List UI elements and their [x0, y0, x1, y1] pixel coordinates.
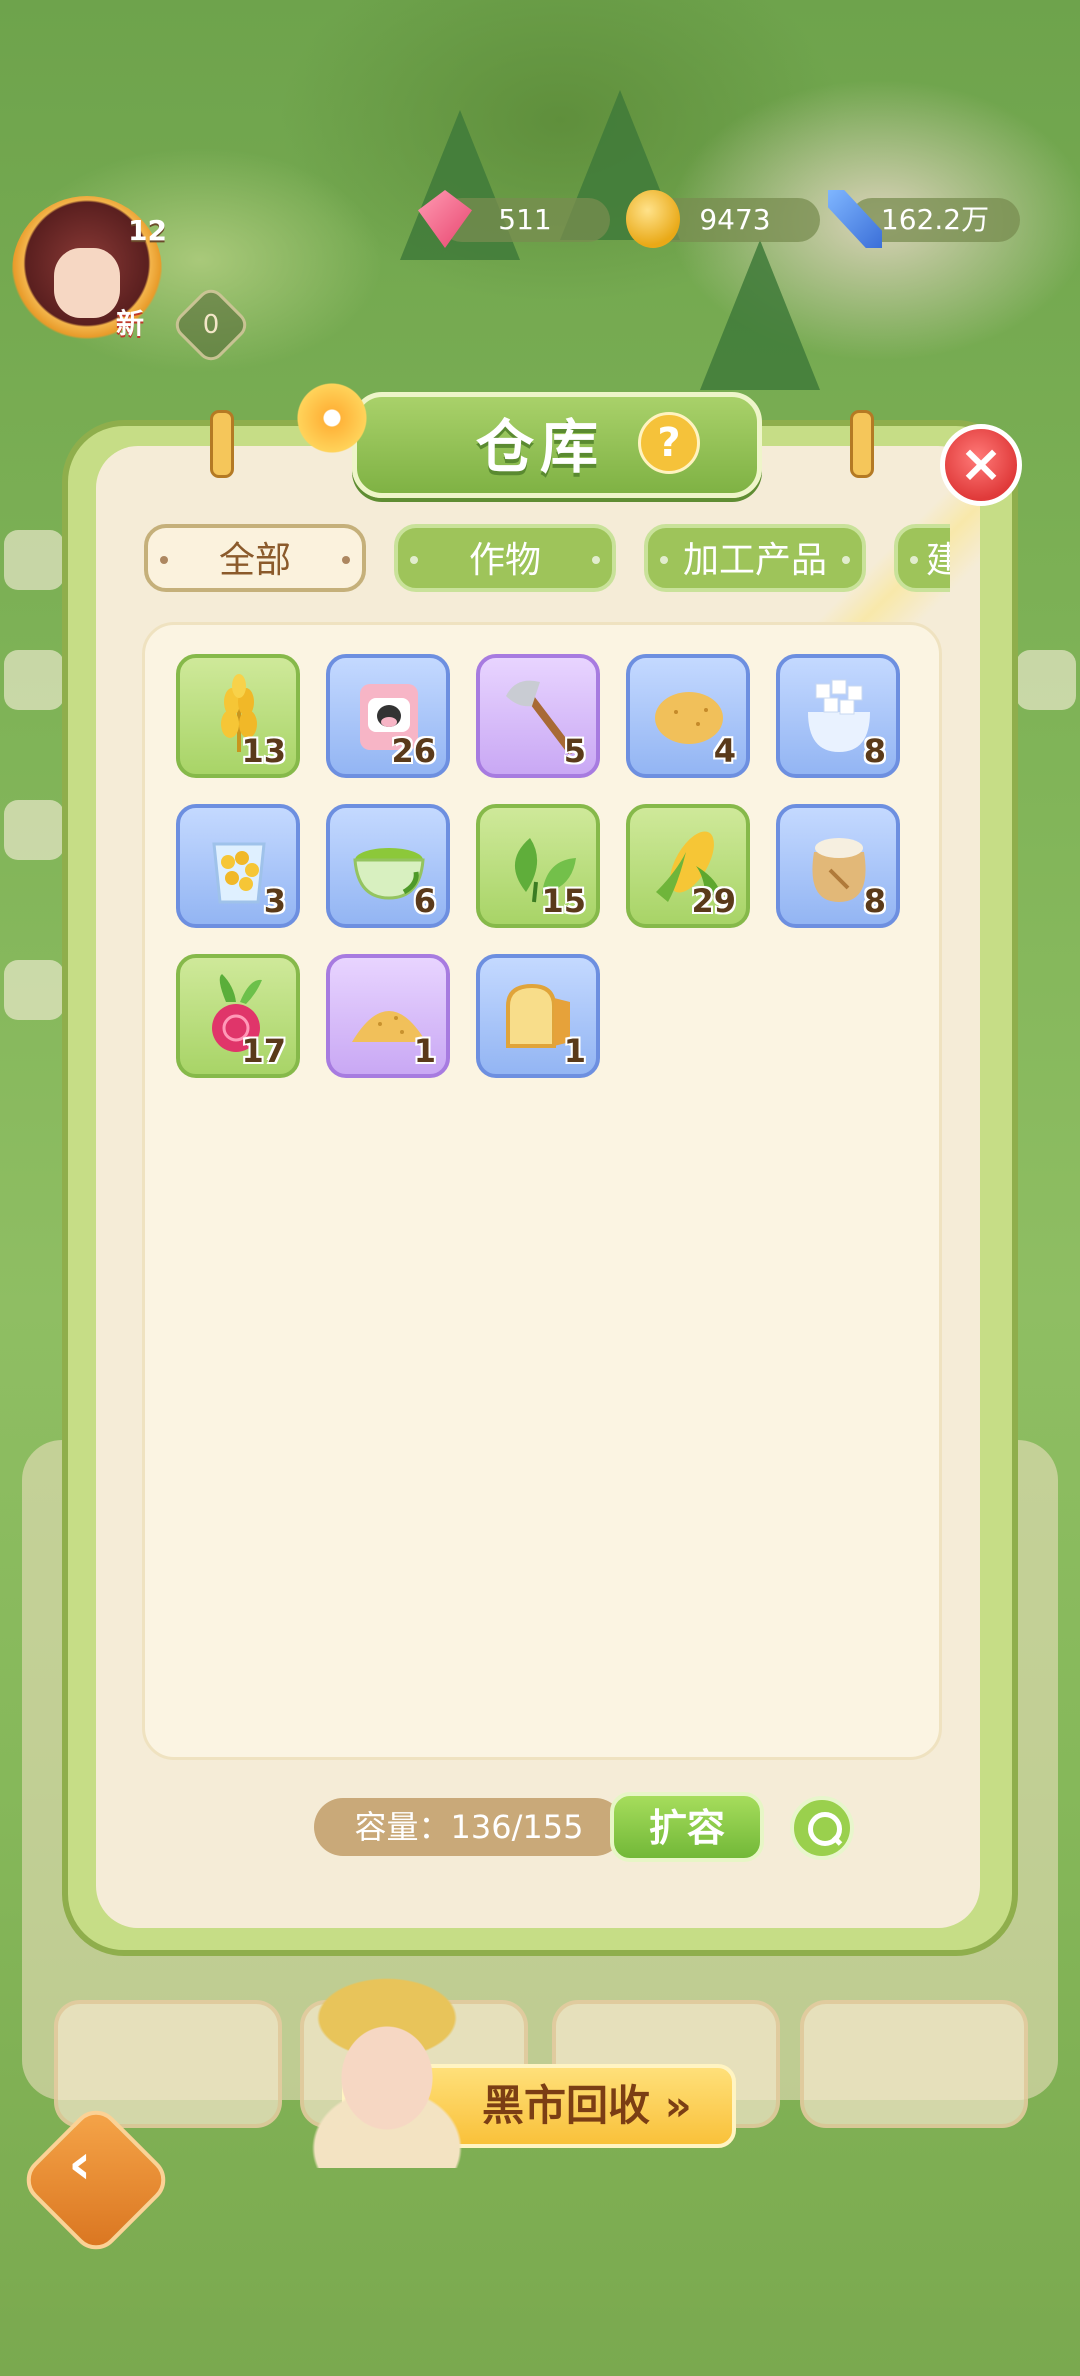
chevron-left-icon: ‹: [68, 2131, 92, 2197]
item-slot[interactable]: 1: [476, 954, 600, 1078]
tab-crops[interactable]: 作物: [394, 524, 616, 592]
tab-all[interactable]: 全部: [144, 524, 366, 592]
coin-icon: [626, 190, 680, 248]
black-market-label: 黑市回收: [482, 2081, 651, 2130]
item-count: 17: [241, 1032, 286, 1070]
close-button[interactable]: ×: [940, 424, 1022, 506]
item-slot[interactable]: 15: [476, 804, 600, 928]
expand-button[interactable]: 扩容: [610, 1792, 764, 1862]
tree-decoration: [700, 240, 820, 390]
item-count: 6: [413, 882, 436, 920]
side-menu-item[interactable]: [4, 960, 64, 1020]
item-count: 13: [241, 732, 286, 770]
item-count: 8: [863, 882, 886, 920]
item-slot[interactable]: 17: [176, 954, 300, 1078]
help-button[interactable]: ?: [638, 412, 700, 474]
gem-counter[interactable]: 511: [440, 198, 610, 242]
new-tag: 新: [116, 307, 145, 340]
item-count: 5: [563, 732, 586, 770]
item-count: 15: [541, 882, 586, 920]
tab-processed[interactable]: 加工产品: [644, 524, 866, 592]
item-count: 8: [863, 732, 886, 770]
item-count: 3: [263, 882, 286, 920]
item-count: 26: [391, 732, 436, 770]
item-count: 29: [691, 882, 736, 920]
item-slot[interactable]: 6: [326, 804, 450, 928]
hanger-left: [210, 410, 234, 478]
item-count: 4: [713, 732, 736, 770]
background-slot: [800, 2000, 1028, 2128]
item-grid: [142, 622, 942, 1760]
tab-buildings[interactable]: 建: [894, 524, 950, 592]
side-menu-item[interactable]: [4, 650, 64, 710]
background-slot: [54, 2000, 282, 2128]
double-chevron-icon: »: [664, 2081, 692, 2130]
search-button[interactable]: [790, 1796, 854, 1860]
capacity-label: 容量：136/155: [314, 1798, 624, 1856]
item-slot[interactable]: 5: [476, 654, 600, 778]
item-slot[interactable]: 3: [176, 804, 300, 928]
item-count: 1: [563, 1032, 586, 1070]
item-slot[interactable]: 4: [626, 654, 750, 778]
category-tabs: 全部 作物 加工产品 建: [140, 520, 950, 596]
side-menu-item[interactable]: [4, 800, 64, 860]
player-level: 12: [128, 214, 167, 247]
side-menu-item[interactable]: [1016, 650, 1076, 710]
merchant-character: [312, 1978, 462, 2168]
item-slot[interactable]: 29: [626, 804, 750, 928]
item-slot[interactable]: 8: [776, 654, 900, 778]
flower-icon: [292, 378, 372, 458]
dialog-title: 仓库: [475, 413, 604, 481]
hanger-right: [850, 410, 874, 478]
item-slot[interactable]: 8: [776, 804, 900, 928]
item-slot[interactable]: 13: [176, 654, 300, 778]
item-count: 1: [413, 1032, 436, 1070]
item-slot[interactable]: 26: [326, 654, 450, 778]
side-menu-item[interactable]: [4, 530, 64, 590]
item-slot[interactable]: 1: [326, 954, 450, 1078]
